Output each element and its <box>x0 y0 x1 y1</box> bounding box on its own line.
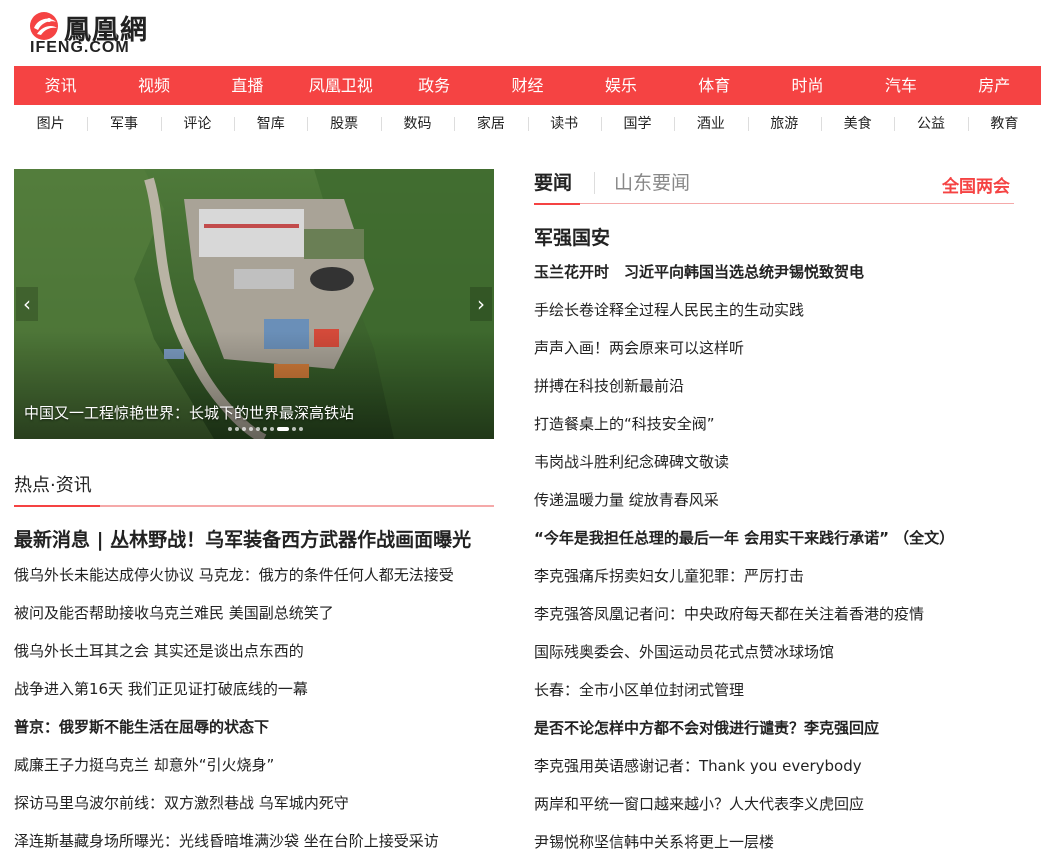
top-news-list: 玉兰花开时 习近平向韩国当选总统尹锡悦致贺电 手绘长卷诠释全过程人民民主的生动实践… <box>534 262 1034 860</box>
news-item-link[interactable]: 李克强答凤凰记者问：中央政府每天都在关注着香港的疫情 <box>534 604 1034 642</box>
slider-dot[interactable] <box>263 427 267 431</box>
main-nav-item[interactable]: 直播 <box>201 66 294 105</box>
sub-nav-item[interactable]: 酒业 <box>674 112 747 136</box>
news-tabs: 要闻 山东要闻 全国两会 <box>534 166 1014 205</box>
sub-nav-item[interactable]: 评论 <box>160 112 234 136</box>
news-item-link[interactable]: 尹锡悦称坚信韩中关系将更上一层楼 <box>534 832 1034 860</box>
news-item-link[interactable]: 打造餐桌上的“科技安全阀” <box>534 414 1034 452</box>
news-item-link[interactable]: 探访马里乌波尔前线：双方激烈巷战 乌军城内死守 <box>14 793 504 831</box>
sub-nav-item[interactable]: 图片 <box>14 112 87 136</box>
active-tab-indicator <box>534 203 580 205</box>
slider-prev-button[interactable]: ‹ <box>16 287 38 321</box>
phoenix-logo-icon <box>30 12 58 40</box>
news-item-link[interactable]: 拼搏在科技创新最前沿 <box>534 376 1034 414</box>
two-sessions-link[interactable]: 全国两会 <box>942 172 1010 197</box>
news-item-link[interactable]: 声声入画！两会原来可以这样听 <box>534 338 1034 376</box>
main-nav-item[interactable]: 汽车 <box>854 66 947 105</box>
news-item-link[interactable]: 国际残奥委会、外国运动员花式点赞冰球场馆 <box>534 642 1034 680</box>
main-nav-item[interactable]: 娱乐 <box>574 66 667 105</box>
news-item-link[interactable]: 威廉王子力挺乌克兰 却意外“引火烧身” <box>14 755 504 793</box>
news-item-link[interactable]: 传递温暖力量 绽放青春风采 <box>534 490 1034 528</box>
slider-dot[interactable] <box>299 427 303 431</box>
news-item-link[interactable]: “今年是我担任总理的最后一年 会用实干来践行承诺” （全文） <box>534 528 1034 566</box>
slider-caption[interactable]: 中国又一工程惊艳世界：长城下的世界最深高铁站 <box>24 402 354 423</box>
sub-nav-item[interactable]: 美食 <box>820 112 894 136</box>
slider-dot[interactable] <box>292 427 296 431</box>
sub-nav-item[interactable]: 读书 <box>527 112 601 136</box>
main-nav-item[interactable]: 资讯 <box>14 66 107 105</box>
tab-shandong-news[interactable]: 山东要闻 <box>614 168 690 195</box>
slider-dot[interactable] <box>270 427 274 431</box>
sub-nav-item[interactable]: 旅游 <box>747 112 821 136</box>
slider-dot[interactable] <box>242 427 246 431</box>
tab-top-news[interactable]: 要闻 <box>534 168 572 195</box>
news-item-link[interactable]: 普京：俄罗斯不能生活在屈辱的状态下 <box>14 717 504 755</box>
slider-pagination[interactable] <box>228 427 303 431</box>
sub-nav-item[interactable]: 军事 <box>87 112 160 136</box>
sub-nav-item[interactable]: 数码 <box>380 112 454 136</box>
section-heading[interactable]: 军强国安 <box>534 223 610 250</box>
news-item-link[interactable]: 两岸和平统一窗口越来越小？人大代表李义虎回应 <box>534 794 1034 832</box>
tab-divider <box>594 172 595 194</box>
sub-nav-item[interactable]: 家居 <box>454 112 527 136</box>
sub-nav-item[interactable]: 智库 <box>234 112 307 136</box>
sub-nav-item[interactable]: 教育 <box>967 112 1041 136</box>
hot-headline-link[interactable]: 最新消息 | 丛林野战！乌军装备西方武器作战画面曝光 <box>14 525 471 552</box>
slider-dot[interactable] <box>249 427 253 431</box>
slider-dot[interactable] <box>256 427 260 431</box>
news-item-link[interactable]: 手绘长卷诠释全过程人民民主的生动实践 <box>534 300 1034 338</box>
hot-news-title[interactable]: 热点·资讯 <box>14 471 92 497</box>
slider-dot-active[interactable] <box>277 427 289 431</box>
news-item-link[interactable]: 俄乌外长未能达成停火协议 马克龙：俄方的条件任何人都无法接受 <box>14 565 504 603</box>
site-logo[interactable]: 鳳凰網 IFENG.COM <box>28 8 168 58</box>
news-item-link[interactable]: 战争进入第16天 我们正见证打破底线的一幕 <box>14 679 504 717</box>
news-item-link[interactable]: 是否不论怎样中方都不会对俄进行谴责？李克强回应 <box>534 718 1034 756</box>
slider-dot[interactable] <box>228 427 232 431</box>
slider-next-button[interactable]: › <box>470 287 492 321</box>
sub-nav-item[interactable]: 股票 <box>307 112 380 136</box>
news-item-link[interactable]: 韦岗战斗胜利纪念碑碑文敬读 <box>534 452 1034 490</box>
main-nav-item[interactable]: 体育 <box>668 66 761 105</box>
sub-nav: 图片 军事 评论 智库 股票 数码 家居 读书 国学 酒业 旅游 美食 公益 教… <box>14 112 1041 136</box>
news-item-link[interactable]: 玉兰花开时 习近平向韩国当选总统尹锡悦致贺电 <box>534 262 1034 300</box>
main-nav-item[interactable]: 财经 <box>481 66 574 105</box>
logo-english-text: IFENG.COM <box>30 39 130 56</box>
slide-photo[interactable] <box>14 169 494 439</box>
headline-slider[interactable]: ‹ › 中国又一工程惊艳世界：长城下的世界最深高铁站 <box>14 169 494 439</box>
news-item-link[interactable]: 长春：全市小区单位封闭式管理 <box>534 680 1034 718</box>
news-item-link[interactable]: 被问及能否帮助接收乌克兰难民 美国副总统笑了 <box>14 603 504 641</box>
main-nav-item[interactable]: 房产 <box>948 66 1041 105</box>
news-item-link[interactable]: 俄乌外长土耳其之会 其实还是谈出点东西的 <box>14 641 504 679</box>
section-divider <box>14 505 494 507</box>
sub-nav-item[interactable]: 国学 <box>600 112 674 136</box>
main-nav-item[interactable]: 视频 <box>107 66 200 105</box>
main-nav-item[interactable]: 政务 <box>387 66 480 105</box>
slider-dot[interactable] <box>235 427 239 431</box>
hot-news-list: 俄乌外长未能达成停火协议 马克龙：俄方的条件任何人都无法接受 被问及能否帮助接收乌… <box>14 565 504 860</box>
sub-nav-item[interactable]: 公益 <box>894 112 967 136</box>
main-nav-item[interactable]: 凤凰卫视 <box>294 66 387 105</box>
news-item-link[interactable]: 泽连斯基藏身场所曝光：光线昏暗堆满沙袋 坐在台阶上接受采访 <box>14 831 504 860</box>
news-item-link[interactable]: 李克强用英语感谢记者：Thank you everybody <box>534 756 1034 794</box>
news-item-link[interactable]: 李克强痛斥拐卖妇女儿童犯罪：严厉打击 <box>534 566 1034 604</box>
main-nav-item[interactable]: 时尚 <box>761 66 854 105</box>
main-nav: 资讯 视频 直播 凤凰卫视 政务 财经 娱乐 体育 时尚 汽车 房产 <box>14 66 1041 105</box>
